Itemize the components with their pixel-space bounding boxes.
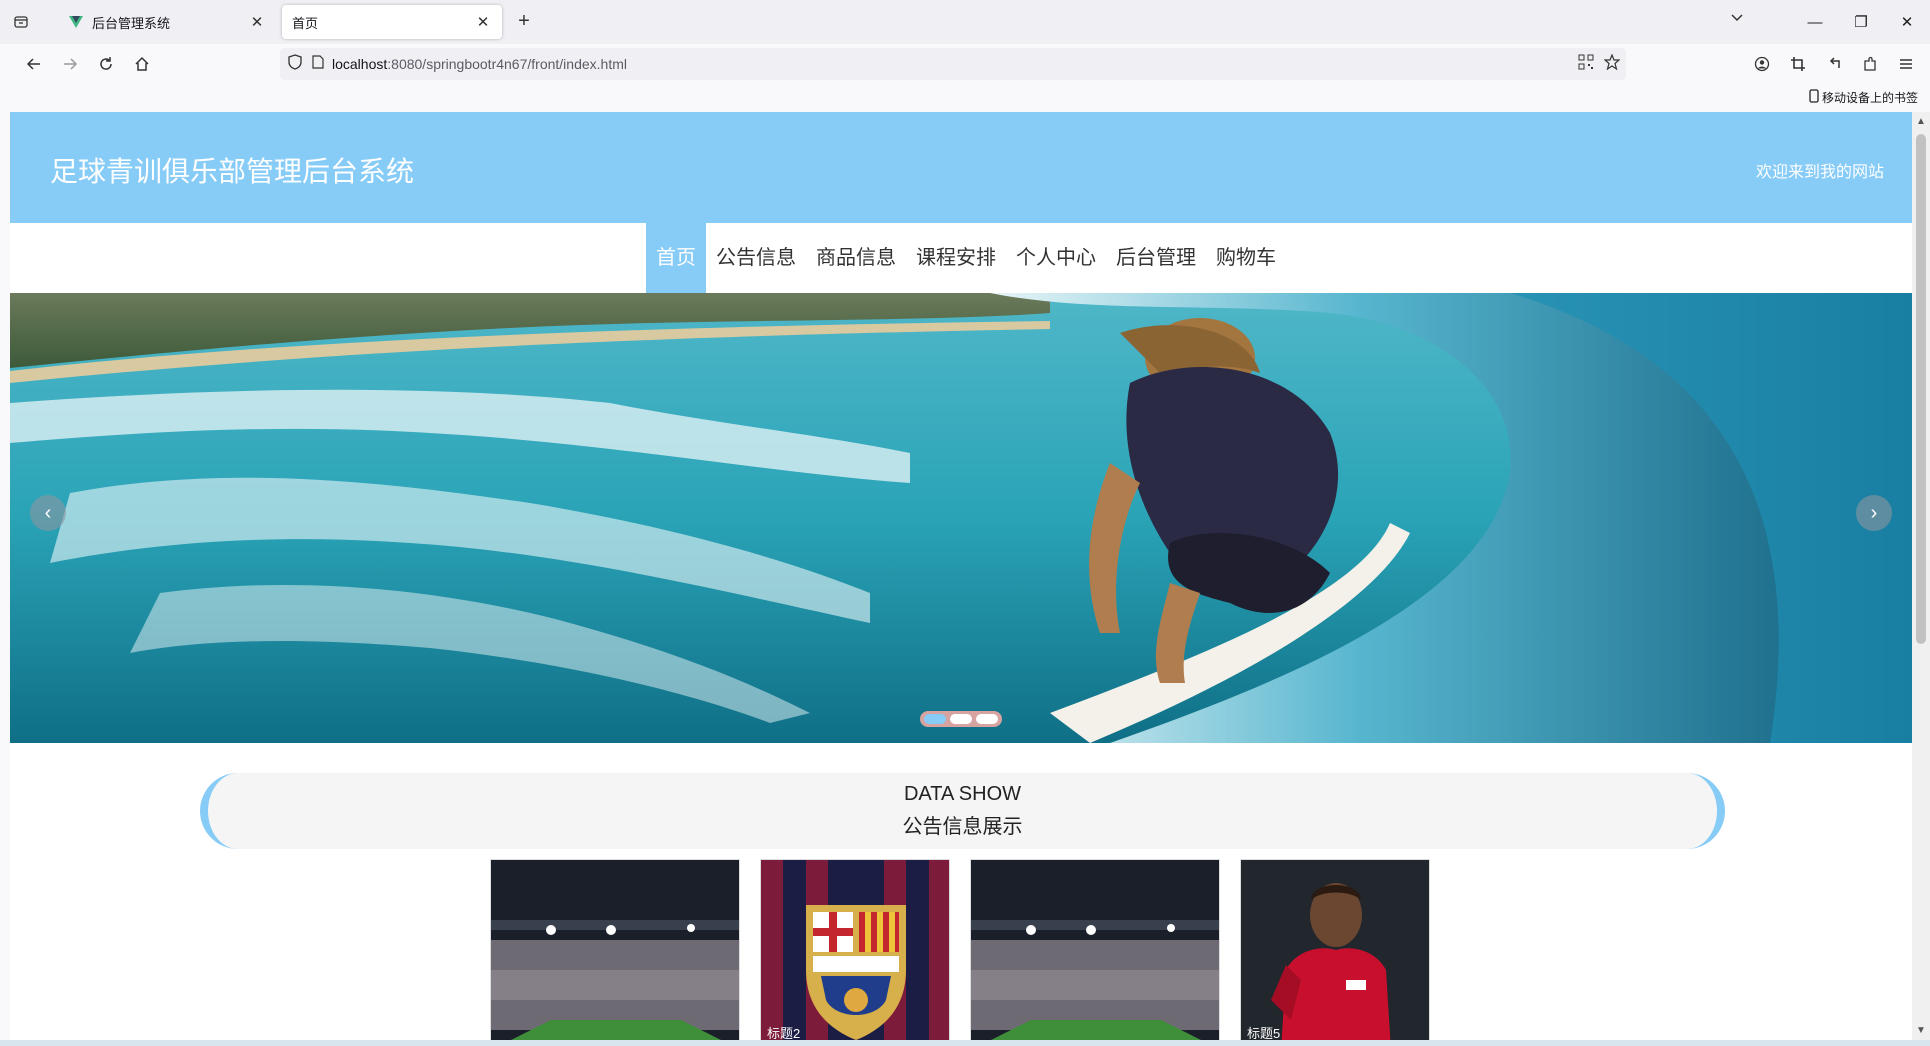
vue-logo-icon — [68, 14, 84, 30]
notice-card[interactable] — [490, 859, 740, 1040]
extensions-icon[interactable] — [1854, 48, 1886, 80]
mobile-bookmarks-folder[interactable]: 移动设备上的书签 — [1809, 89, 1918, 106]
site-header: 足球青训俱乐部管理后台系统 欢迎来到我的网站 — [10, 112, 1912, 223]
reload-icon[interactable] — [88, 48, 124, 80]
player-image — [1241, 860, 1429, 1040]
close-icon[interactable]: ✕ — [248, 13, 266, 31]
window-controls: — ❐ ✕ — [1792, 0, 1930, 44]
page-info-icon[interactable] — [312, 54, 324, 74]
browser-toolbar: localhost:8080/springbootr4n67/front/ind… — [0, 44, 1930, 84]
notice-card[interactable]: 标题2 — [760, 859, 950, 1040]
section-header: DATA SHOW 公告信息展示 — [200, 773, 1725, 849]
new-tab-plus-icon[interactable]: + — [512, 10, 536, 34]
notice-card[interactable] — [970, 859, 1220, 1040]
surfer-banner-image — [10, 293, 1912, 743]
nav-item[interactable]: 后台管理 — [1106, 223, 1206, 293]
bottom-strip — [0, 1040, 1930, 1046]
stadium-image — [971, 860, 1219, 1040]
url-actions — [1578, 53, 1621, 75]
hero-carousel: ‹ › — [10, 293, 1912, 743]
browser-tab-strip: 后台管理系统 ✕ 首页 ✕ + — ❐ ✕ — [0, 0, 1930, 44]
tab-title: 首页 — [292, 15, 319, 31]
tab-title: 后台管理系统 — [92, 15, 171, 31]
nav-item[interactable]: 首页 — [646, 223, 706, 293]
carousel-next-button[interactable]: › — [1856, 495, 1892, 531]
site-title: 足球青训俱乐部管理后台系统 — [50, 156, 415, 187]
qr-code-icon[interactable] — [1578, 54, 1594, 75]
nav-item[interactable]: 商品信息 — [806, 223, 906, 293]
toolbar-right — [1746, 48, 1922, 80]
scroll-up-icon[interactable]: ▲ — [1916, 116, 1926, 127]
welcome-text: 欢迎来到我的网站 — [1755, 164, 1884, 181]
forward-arrow-icon[interactable] — [52, 48, 88, 80]
carousel-indicator[interactable] — [950, 714, 972, 724]
notice-card[interactable]: 标题5 — [1240, 859, 1430, 1040]
minimize-icon[interactable]: — — [1792, 0, 1838, 44]
nav-item[interactable]: 公告信息 — [706, 223, 806, 293]
scroll-down-icon[interactable]: ▼ — [1916, 1025, 1926, 1036]
page-scrollbar[interactable]: ▲ ▼ — [1912, 112, 1930, 1040]
restore-icon[interactable]: ❐ — [1838, 0, 1884, 44]
back-arrow-icon[interactable] — [16, 48, 52, 80]
window-close-icon[interactable]: ✕ — [1884, 0, 1930, 44]
browser-tab-admin[interactable]: 后台管理系统 ✕ — [58, 5, 276, 39]
carousel-indicators — [920, 711, 1002, 727]
mobile-device-icon — [1809, 89, 1819, 106]
tab-list-icon[interactable] — [0, 0, 42, 44]
stadium-image — [491, 860, 739, 1040]
url-path: :8080/springbootr4n67/front/index.html — [387, 56, 627, 72]
section-title-en: DATA SHOW — [903, 783, 1022, 805]
fcb-crest-image — [761, 860, 949, 1040]
shield-icon[interactable] — [288, 53, 302, 75]
chevron-down-icon[interactable] — [1730, 10, 1744, 26]
browser-tab-home[interactable]: 首页 ✕ — [282, 5, 502, 39]
carousel-indicator[interactable] — [924, 714, 946, 724]
address-bar[interactable]: localhost:8080/springbootr4n67/front/ind… — [280, 48, 1626, 80]
carousel-prev-button[interactable]: ‹ — [30, 495, 66, 531]
bookmarks-bar: 移动设备上的书签 — [0, 84, 1930, 112]
url-text: localhost:8080/springbootr4n67/front/ind… — [332, 56, 627, 72]
card-caption: 标题2 — [767, 1026, 801, 1040]
nav-item[interactable]: 个人中心 — [1006, 223, 1106, 293]
site-nav: 首页 公告信息 商品信息 课程安排 个人中心 后台管理 购物车 — [10, 223, 1912, 293]
carousel-indicator[interactable] — [976, 714, 998, 724]
mobile-bookmarks-label: 移动设备上的书签 — [1821, 91, 1918, 105]
nav-menu: 首页 公告信息 商品信息 课程安排 个人中心 后台管理 购物车 — [646, 223, 1286, 293]
scrollbar-thumb[interactable] — [1916, 134, 1926, 644]
page-viewport: 足球青训俱乐部管理后台系统 欢迎来到我的网站 首页 公告信息 商品信息 课程安排 个人中… — [10, 112, 1912, 1040]
crop-icon[interactable] — [1782, 48, 1814, 80]
nav-item[interactable]: 课程安排 — [906, 223, 1006, 293]
account-icon[interactable] — [1746, 48, 1778, 80]
undo-icon[interactable] — [1818, 48, 1850, 80]
close-icon[interactable]: ✕ — [474, 13, 492, 31]
menu-icon[interactable] — [1890, 48, 1922, 80]
nav-item[interactable]: 购物车 — [1206, 223, 1286, 293]
card-caption: 标题5 — [1247, 1026, 1281, 1040]
notice-cards: 标题2 标题5 — [10, 859, 1912, 1040]
bookmark-star-icon[interactable] — [1603, 53, 1621, 75]
home-icon[interactable] — [124, 48, 160, 80]
url-host: localhost — [332, 56, 388, 72]
section-title-cn: 公告信息展示 — [902, 816, 1023, 838]
